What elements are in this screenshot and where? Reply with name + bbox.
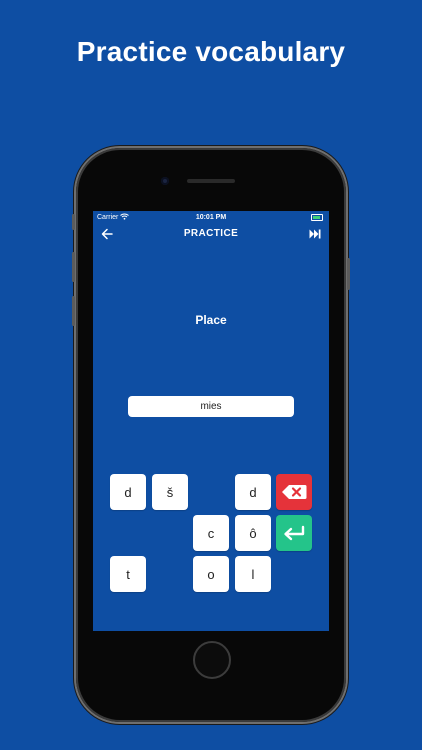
- front-camera: [161, 177, 169, 185]
- battery-icon: [311, 214, 323, 221]
- phone-volume-up: [72, 252, 75, 282]
- prompt-word: Place: [195, 313, 227, 327]
- delete-key[interactable]: [276, 474, 312, 510]
- status-bar: Carrier 10:01 PM: [93, 211, 329, 223]
- enter-icon: [284, 525, 305, 541]
- page-title: PRACTICE: [183, 228, 239, 239]
- letter-key[interactable]: d: [235, 474, 271, 510]
- phone-mute-switch: [72, 214, 75, 230]
- letter-key[interactable]: š: [152, 474, 188, 510]
- backspace-icon: [282, 485, 307, 499]
- enter-key[interactable]: [276, 515, 312, 551]
- letter-key[interactable]: c: [193, 515, 229, 551]
- letter-key[interactable]: ô: [235, 515, 271, 551]
- earpiece-speaker: [187, 179, 235, 183]
- phone-frame: Carrier 10:01 PM PRACTICE Place d š: [72, 148, 350, 722]
- letter-key[interactable]: d: [110, 474, 146, 510]
- status-time: 10:01 PM: [195, 214, 227, 221]
- skip-forward-icon[interactable]: [309, 229, 321, 239]
- headline: Practice vocabulary: [76, 36, 346, 67]
- answer-input[interactable]: [128, 396, 294, 417]
- letter-key[interactable]: o: [193, 556, 229, 592]
- home-button[interactable]: [193, 641, 231, 679]
- letter-key[interactable]: l: [235, 556, 271, 592]
- navigation-bar: PRACTICE: [93, 225, 329, 243]
- letter-key[interactable]: t: [110, 556, 146, 592]
- phone-volume-down: [72, 296, 75, 326]
- app-screen: Carrier 10:01 PM PRACTICE Place d š: [93, 211, 329, 631]
- phone-power-button: [347, 258, 350, 290]
